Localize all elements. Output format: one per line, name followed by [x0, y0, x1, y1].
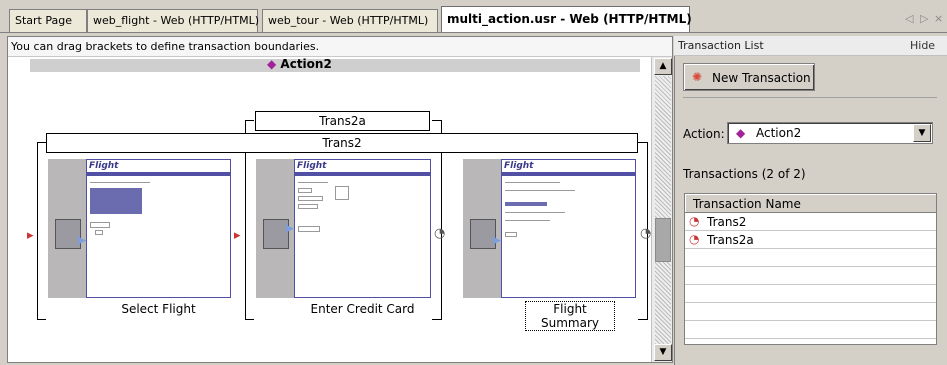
- step-thumbnail[interactable]: ➤ Flight Flight Summary: [463, 159, 646, 331]
- new-transaction-button[interactable]: ✺ New Transaction: [683, 63, 815, 91]
- transaction-icon: ◔: [689, 232, 700, 246]
- empty-row: [685, 285, 936, 303]
- empty-row: [685, 267, 936, 285]
- close-icon[interactable]: ×: [934, 12, 943, 25]
- tab-label: multi_action.usr - Web (HTTP/HTML): [447, 12, 692, 26]
- bracket-trans2a-right-cap: [432, 120, 441, 121]
- transaction-panel-title: Transaction List: [674, 36, 947, 56]
- hide-link[interactable]: Hide: [910, 39, 935, 52]
- page-preview: Flight: [294, 159, 431, 298]
- column-header-transaction-name[interactable]: Transaction Name: [685, 194, 936, 213]
- bracket-trans2a-left-foot: [245, 319, 254, 320]
- step-label: Enter Credit Card: [310, 302, 415, 316]
- scroll-down-icon[interactable]: ▼: [654, 344, 672, 361]
- page-button: [298, 226, 320, 232]
- page-field: [298, 188, 312, 193]
- step-label: Select Flight: [121, 302, 196, 316]
- new-transaction-label: New Transaction: [712, 71, 811, 85]
- tab-web-tour[interactable]: web_tour - Web (HTTP/HTML): [262, 9, 438, 33]
- page-banner: [87, 172, 230, 176]
- bracket-trans2a-right-foot: [432, 319, 441, 320]
- transaction-start-icon[interactable]: ▸: [234, 228, 241, 243]
- list-item[interactable]: ◔ Trans2a: [685, 231, 936, 249]
- page-field: [298, 196, 323, 201]
- empty-row: [685, 303, 936, 321]
- step-thumbnail[interactable]: ➤ Flight Select Flight: [48, 159, 231, 316]
- tab-label: Start Page: [15, 14, 72, 27]
- arrow-icon: ➤: [490, 233, 502, 249]
- new-transaction-icon: ✺: [692, 70, 703, 84]
- tab-start-page[interactable]: Start Page: [9, 9, 87, 33]
- page-banner: [295, 172, 430, 176]
- page-banner: [502, 172, 635, 176]
- action-select[interactable]: ◆ Action2: [727, 122, 933, 144]
- tab-label: web_flight - Web (HTTP/HTML): [93, 14, 259, 27]
- tab-prev-icon[interactable]: ◁: [905, 12, 913, 25]
- action-title-label: Action2: [280, 57, 332, 71]
- scroll-up-icon[interactable]: ▲: [654, 58, 672, 75]
- step-label: Flight Summary: [525, 301, 615, 331]
- transaction-name: Trans2: [707, 215, 747, 229]
- step-thumbnail[interactable]: ➤ Flight Enter Credit Card: [256, 159, 439, 316]
- arrow-icon: ➤: [283, 221, 295, 237]
- action-icon: ◆: [736, 126, 746, 140]
- transaction-start-icon[interactable]: ▸: [27, 228, 34, 243]
- action-header-bar: [30, 59, 640, 72]
- bracket-label-trans2a[interactable]: Trans2a: [255, 111, 430, 131]
- action-label: Action:: [683, 127, 725, 141]
- transactions-count: Transactions (2 of 2): [683, 167, 806, 181]
- page-button: [90, 222, 110, 228]
- page-logo: Flight: [297, 161, 327, 171]
- transaction-name: Trans2a: [707, 233, 754, 247]
- page-table: [90, 188, 142, 214]
- page-table: [505, 202, 547, 206]
- page-logo: Flight: [504, 161, 534, 171]
- page-line: [298, 182, 328, 183]
- hint-text: You can drag brackets to define transact…: [8, 37, 672, 57]
- empty-row: [685, 321, 936, 339]
- page-field: [298, 204, 318, 209]
- bracket-trans2a-left-cap: [245, 120, 254, 121]
- list-item[interactable]: ◔ Trans2: [685, 213, 936, 231]
- chevron-down-icon[interactable]: ▼: [913, 124, 931, 142]
- tab-web-flight[interactable]: web_flight - Web (HTTP/HTML): [87, 9, 259, 33]
- page-button: [505, 232, 517, 237]
- bracket-trans2-left-foot: [37, 319, 46, 320]
- bracket-label-trans2[interactable]: Trans2: [46, 133, 638, 153]
- page-line: [505, 220, 550, 221]
- page-line: [90, 182, 150, 183]
- bracket-trans2-right-foot: [638, 319, 647, 320]
- scroll-track[interactable]: [655, 76, 671, 344]
- page-line: [505, 212, 565, 213]
- bracket-trans2-left[interactable]: [37, 142, 38, 320]
- action-select-value: Action2: [756, 126, 802, 140]
- page-line: [505, 182, 560, 183]
- tab-multi-action[interactable]: multi_action.usr - Web (HTTP/HTML): [441, 6, 692, 33]
- page-logo: Flight: [89, 161, 119, 171]
- tab-label: web_tour - Web (HTTP/HTML): [268, 14, 429, 27]
- page-preview: Flight: [501, 159, 636, 298]
- bracket-trans2-right-cap: [638, 142, 647, 143]
- page-line: [505, 190, 575, 191]
- page-preview: Flight: [86, 159, 231, 298]
- bracket-trans2-left-cap: [37, 142, 46, 143]
- scroll-thumb[interactable]: [655, 218, 671, 262]
- action-title: ◆ Action2: [267, 57, 332, 71]
- arrow-icon: ➤: [75, 233, 87, 249]
- transaction-icon: ◔: [689, 214, 700, 228]
- page-field: [335, 186, 349, 200]
- tab-next-icon[interactable]: ▷: [920, 12, 928, 25]
- page-button: [95, 230, 103, 235]
- empty-row: [685, 249, 936, 267]
- tab-divider: [0, 32, 947, 33]
- action-icon: ◆: [267, 57, 277, 71]
- divider: [683, 97, 937, 98]
